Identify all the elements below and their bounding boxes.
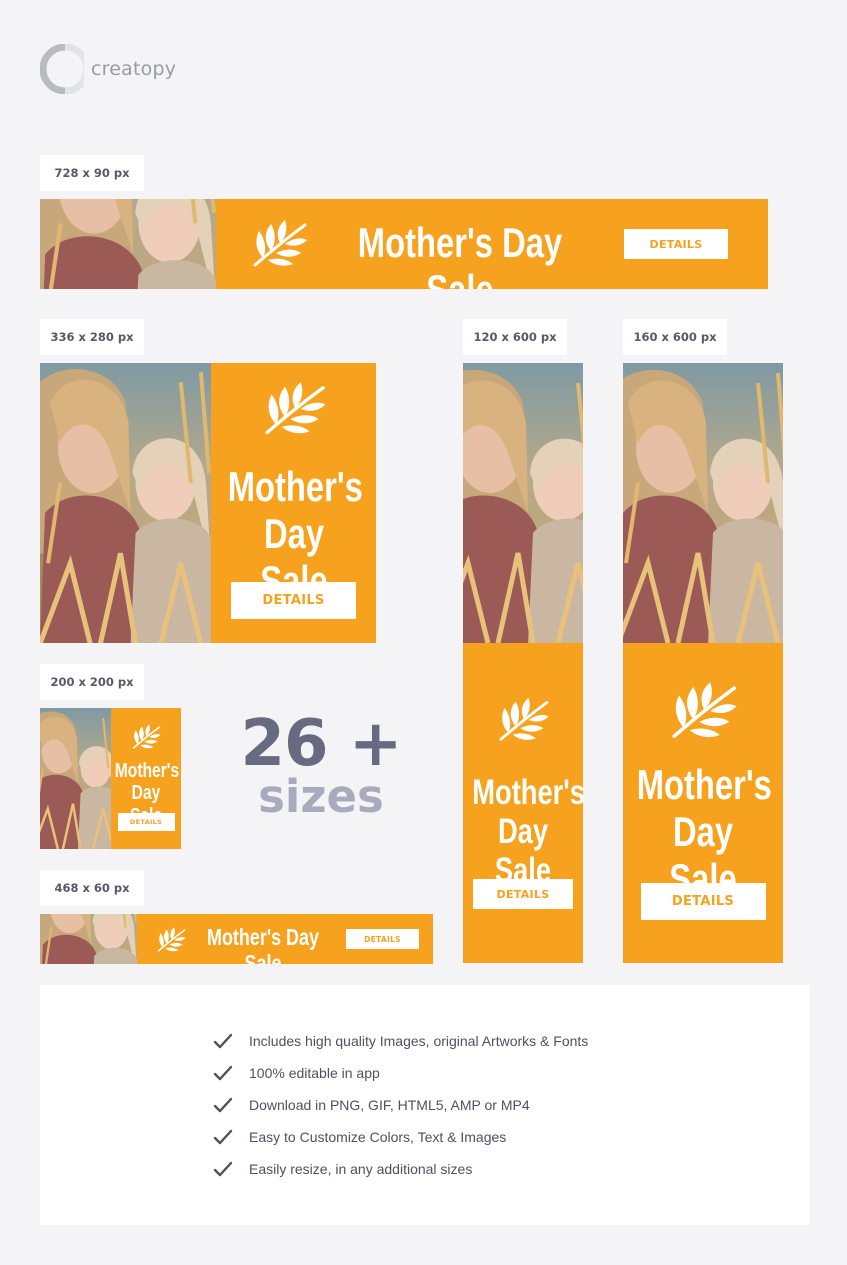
wheat-leaf-icon <box>248 219 310 269</box>
feature-item: Includes high quality Images, original A… <box>212 1025 588 1057</box>
brand-name: creatopy <box>91 58 177 80</box>
banner-headline: Mother's Day Sale <box>472 773 583 891</box>
feature-text: Easy to Customize Colors, Text & Images <box>249 1129 507 1145</box>
feature-text: 100% editable in app <box>249 1065 380 1081</box>
size-label-160x600: 160 x 600 px <box>623 319 727 355</box>
details-button[interactable]: DETAILS <box>231 582 356 619</box>
sizes-count: 26 + sizes <box>200 712 442 819</box>
size-label-336x280: 336 x 280 px <box>40 319 144 355</box>
feature-item: Easily resize, in any additional sizes <box>212 1153 588 1185</box>
banner-200x200[interactable]: Mother's Day Sale DETAILS <box>40 708 181 849</box>
creatopy-logo-icon <box>39 43 91 95</box>
checkmark-icon <box>212 1096 234 1114</box>
sizes-count-word: sizes <box>258 770 384 823</box>
banner-336x280[interactable]: Mother's Day Sale DETAILS <box>40 363 376 643</box>
features-panel: Includes high quality Images, original A… <box>40 985 810 1225</box>
feature-text: Download in PNG, GIF, HTML5, AMP or MP4 <box>249 1097 530 1113</box>
banner-panel: Mother's Day Sale DETAILS <box>463 643 583 963</box>
feature-list: Includes high quality Images, original A… <box>212 1025 588 1185</box>
feature-item: Easy to Customize Colors, Text & Images <box>212 1121 588 1153</box>
checkmark-icon <box>212 1032 234 1050</box>
wheat-leaf-icon <box>154 927 188 953</box>
banner-panel: Mother's Day Sale DETAILS <box>111 708 181 849</box>
sizes-count-number: 26 + <box>240 707 403 781</box>
banner-photo <box>40 914 137 964</box>
details-button[interactable]: DETAILS <box>640 883 766 920</box>
details-button[interactable]: DETAILS <box>346 929 419 949</box>
banner-headline: Mother's Day Sale <box>357 219 563 289</box>
size-label-120x600: 120 x 600 px <box>463 319 567 355</box>
banner-120x600[interactable]: Mother's Day Sale DETAILS <box>463 363 583 963</box>
checkmark-icon <box>212 1128 234 1146</box>
size-label-468x60: 468 x 60 px <box>40 870 144 906</box>
wheat-leaf-icon <box>492 697 554 743</box>
banner-728x90[interactable]: Mother's Day Sale DETAILS <box>40 199 768 289</box>
banner-photo <box>463 363 583 643</box>
banner-photo <box>40 708 111 849</box>
banner-photo <box>623 363 783 643</box>
size-label-728x90: 728 x 90 px <box>40 155 144 191</box>
feature-item: Download in PNG, GIF, HTML5, AMP or MP4 <box>212 1089 588 1121</box>
creatopy-logo[interactable]: creatopy <box>39 43 177 95</box>
wheat-leaf-icon <box>665 681 741 741</box>
banner-468x60[interactable]: Mother's Day Sale DETAILS <box>40 914 433 964</box>
feature-text: Easily resize, in any additional sizes <box>249 1161 473 1177</box>
banner-photo <box>40 363 211 643</box>
banner-panel: Mother's Day Sale DETAILS <box>211 363 376 643</box>
feature-item: 100% editable in app <box>212 1057 588 1089</box>
size-label-200x200: 200 x 200 px <box>40 664 144 700</box>
wheat-leaf-icon <box>258 381 330 437</box>
banner-160x600[interactable]: Mother's Day Sale DETAILS <box>623 363 783 963</box>
banner-panel: Mother's Day Sale DETAILS <box>623 643 783 963</box>
details-button[interactable]: DETAILS <box>473 879 573 909</box>
banner-headline: Mother's Day Sale <box>636 761 772 903</box>
wheat-leaf-icon <box>129 724 163 750</box>
feature-text: Includes high quality Images, original A… <box>249 1033 589 1049</box>
banner-headline: Mother's Day Sale <box>207 924 319 964</box>
banner-photo <box>40 199 216 289</box>
details-button[interactable]: DETAILS <box>624 229 728 259</box>
checkmark-icon <box>212 1160 234 1178</box>
checkmark-icon <box>212 1064 234 1082</box>
details-button[interactable]: DETAILS <box>117 813 175 831</box>
